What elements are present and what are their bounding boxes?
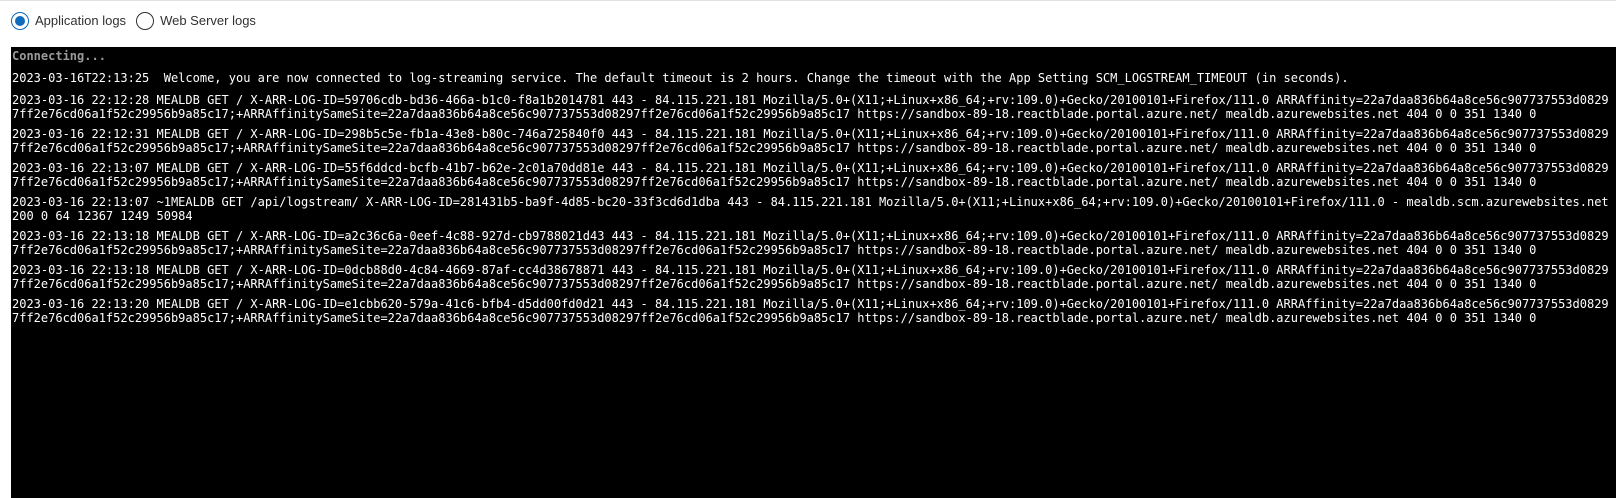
radio-unchecked-icon[interactable]	[136, 12, 155, 30]
log-entry: 2023-03-16 22:13:20 MEALDB GET / X-ARR-L…	[12, 297, 1609, 325]
log-entry: 2023-03-16 22:13:18 MEALDB GET / X-ARR-L…	[12, 229, 1609, 257]
application-logs-label[interactable]: Application logs	[35, 12, 126, 30]
log-entry: 2023-03-16 22:13:07 ~1MEALDB GET /api/lo…	[12, 195, 1616, 223]
log-entry: 2023-03-16 22:12:28 MEALDB GET / X-ARR-L…	[12, 93, 1609, 121]
log-stream-console[interactable]: Connecting... 2023-03-16T22:13:25 Welcom…	[11, 47, 1616, 498]
radio-checked-icon[interactable]	[11, 12, 29, 30]
log-type-radio-group: Application logs Web Server logs	[11, 12, 266, 30]
log-type-toolbar: Application logs Web Server logs	[0, 0, 1616, 46]
application-logs-radio[interactable]: Application logs	[11, 12, 126, 30]
log-entry: 2023-03-16 22:12:31 MEALDB GET / X-ARR-L…	[12, 127, 1609, 155]
welcome-message: 2023-03-16T22:13:25 Welcome, you are now…	[12, 71, 1349, 85]
web-server-logs-radio[interactable]: Web Server logs	[136, 12, 256, 30]
connection-status: Connecting...	[12, 49, 106, 63]
log-entry: 2023-03-16 22:13:07 MEALDB GET / X-ARR-L…	[12, 161, 1609, 189]
radio-dot-icon	[15, 16, 25, 26]
log-entry: 2023-03-16 22:13:18 MEALDB GET / X-ARR-L…	[12, 263, 1609, 291]
web-server-logs-label[interactable]: Web Server logs	[160, 12, 256, 30]
